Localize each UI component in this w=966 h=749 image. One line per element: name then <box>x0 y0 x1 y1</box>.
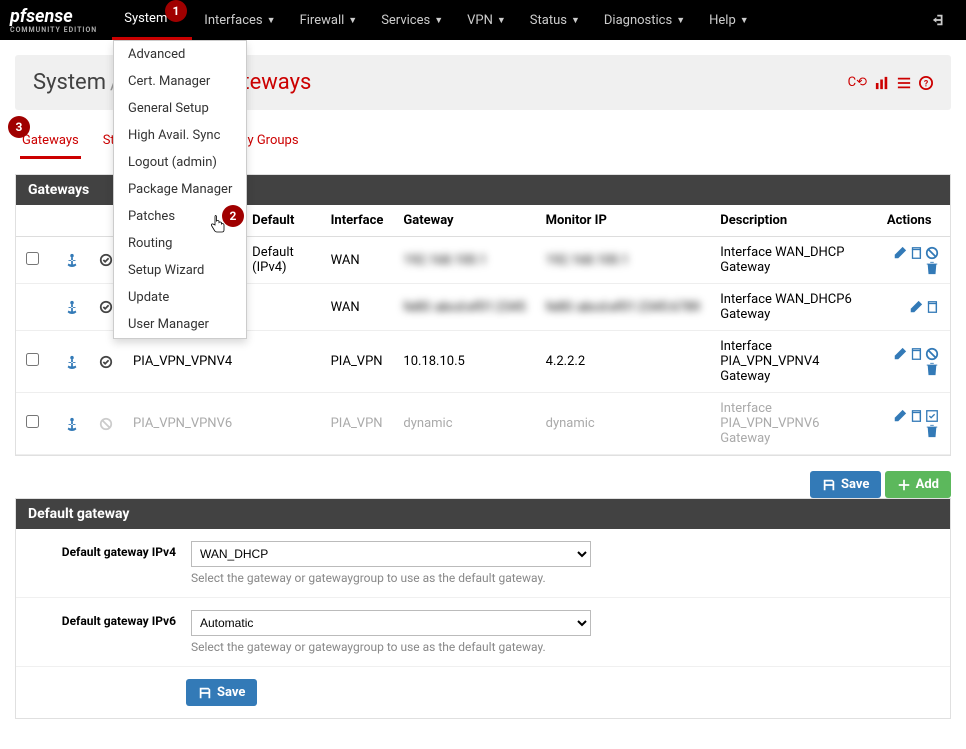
dropdown-setup-wizard[interactable]: Setup Wizard <box>114 257 246 284</box>
copy-icon[interactable] <box>909 245 923 260</box>
col-default: Default <box>242 205 320 237</box>
edit-icon[interactable] <box>893 347 907 362</box>
dropdown-advanced[interactable]: Advanced <box>114 41 246 68</box>
col-gateway: Gateway <box>393 205 535 237</box>
cell-default: Default (IPv4) <box>242 237 320 284</box>
anchor-icon[interactable] <box>65 253 79 268</box>
status-icon <box>99 253 113 268</box>
logout-icon[interactable] <box>922 13 956 28</box>
save-button-bottom[interactable]: Save <box>186 679 257 706</box>
save-button-top[interactable]: Save <box>810 471 881 498</box>
dropdown-high-avail-sync[interactable]: High Avail. Sync <box>114 122 246 149</box>
dropdown-routing[interactable]: Routing <box>114 230 246 257</box>
copy-icon[interactable] <box>925 300 939 315</box>
default-gw-ipv4-help: Select the gateway or gatewaygroup to us… <box>191 571 930 585</box>
nav-help[interactable]: Help▼ <box>697 0 761 40</box>
cell-name: PIA_VPN_VPNV4 <box>123 331 242 393</box>
cell-default <box>242 284 320 331</box>
cell-interface: WAN <box>321 284 394 331</box>
log-icon[interactable] <box>897 75 911 90</box>
cell-gateway: 192.168.100.1 <box>393 237 535 284</box>
cell-description: Interface WAN_DHCP Gateway <box>710 237 877 284</box>
cell-interface: PIA_VPN <box>321 393 394 455</box>
delete-icon[interactable] <box>925 260 939 275</box>
dropdown-cert-manager[interactable]: Cert. Manager <box>114 68 246 95</box>
help-icon[interactable]: ? <box>919 75 933 90</box>
cell-description: Interface PIA_VPN_VPNV4 Gateway <box>710 331 877 393</box>
cell-default <box>242 331 320 393</box>
disable-icon[interactable] <box>925 245 939 260</box>
nav-diagnostics[interactable]: Diagnostics▼ <box>592 0 697 40</box>
col-description: Description <box>710 205 877 237</box>
nav-services[interactable]: Services▼ <box>369 0 455 40</box>
edit-icon[interactable] <box>909 300 923 315</box>
default-gateway-panel: Default gateway Default gateway IPv4 WAN… <box>15 498 951 719</box>
anchor-icon[interactable] <box>65 354 79 369</box>
anchor-icon[interactable] <box>65 416 79 431</box>
edit-icon[interactable] <box>893 245 907 260</box>
row-checkbox[interactable] <box>26 415 39 428</box>
status-icon <box>99 300 113 315</box>
cell-gateway: dynamic <box>393 393 535 455</box>
default-gateway-header: Default gateway <box>16 499 950 529</box>
logo[interactable]: pfsense COMMUNITY EDITION <box>10 6 97 34</box>
cell-interface: WAN <box>321 237 394 284</box>
row-checkbox[interactable] <box>26 353 39 366</box>
cell-monitor: dynamic <box>536 393 711 455</box>
status-icon <box>99 354 113 369</box>
cell-default <box>242 393 320 455</box>
dropdown-general-setup[interactable]: General Setup <box>114 95 246 122</box>
copy-icon[interactable] <box>909 409 923 424</box>
nav-status[interactable]: Status▼ <box>518 0 592 40</box>
dropdown-update[interactable]: Update <box>114 284 246 311</box>
edit-icon[interactable] <box>893 409 907 424</box>
col-interface: Interface <box>321 205 394 237</box>
stats-icon[interactable] <box>875 75 889 90</box>
nav-vpn[interactable]: VPN▼ <box>455 0 518 40</box>
anchor-icon[interactable] <box>65 300 79 315</box>
dropdown-logout[interactable]: Logout (admin) <box>114 149 246 176</box>
cell-name: PIA_VPN_VPNV6 <box>123 393 242 455</box>
enable-icon[interactable] <box>925 409 939 424</box>
nav-interfaces[interactable]: Interfaces▼ <box>192 0 287 40</box>
cell-description: Interface PIA_VPN_VPNV6 Gateway <box>710 393 877 455</box>
svg-text:?: ? <box>924 79 929 89</box>
default-gw-ipv6-help: Select the gateway or gatewaygroup to us… <box>191 640 930 654</box>
default-gw-ipv4-label: Default gateway IPv4 <box>36 541 191 585</box>
table-row: PIA_VPN_VPNV4 PIA_VPN 10.18.10.5 4.2.2.2… <box>16 331 950 393</box>
default-gw-ipv6-select[interactable]: Automatic <box>191 610 591 636</box>
refresh-icon[interactable]: C⟲ <box>848 75 867 90</box>
nav-firewall[interactable]: Firewall▼ <box>288 0 370 40</box>
copy-icon[interactable] <box>909 347 923 362</box>
disable-icon[interactable] <box>925 347 939 362</box>
cell-interface: PIA_VPN <box>321 331 394 393</box>
delete-icon[interactable] <box>925 424 939 439</box>
breadcrumb-section[interactable]: System <box>33 70 106 95</box>
default-gw-ipv6-label: Default gateway IPv6 <box>36 610 191 654</box>
cell-monitor: 192.168.100.1 <box>536 237 711 284</box>
cell-monitor: 4.2.2.2 <box>536 331 711 393</box>
status-icon <box>99 416 113 431</box>
default-gw-ipv4-select[interactable]: WAN_DHCP <box>191 541 591 567</box>
cell-gateway: 10.18.10.5 <box>393 331 535 393</box>
delete-icon[interactable] <box>925 362 939 377</box>
dropdown-package-manager[interactable]: Package Manager <box>114 176 246 203</box>
table-row: PIA_VPN_VPNV6 PIA_VPN dynamic dynamic In… <box>16 393 950 455</box>
system-dropdown: Advanced Cert. Manager General Setup Hig… <box>113 40 247 339</box>
tutorial-marker-1: 1 <box>165 0 187 22</box>
cell-gateway: fe80::abcd:ef01:2345 <box>393 284 535 331</box>
dropdown-user-manager[interactable]: User Manager <box>114 311 246 338</box>
cursor-pointer-icon <box>210 215 226 237</box>
row-checkbox[interactable] <box>26 252 39 265</box>
cell-monitor: fe80::abcd:ef01:2345:6789 <box>536 284 711 331</box>
cell-description: Interface WAN_DHCP6 Gateway <box>710 284 877 331</box>
add-button[interactable]: Add <box>885 471 951 498</box>
col-monitor: Monitor IP <box>536 205 711 237</box>
tutorial-marker-3: 3 <box>8 116 30 138</box>
col-actions: Actions <box>877 205 950 237</box>
